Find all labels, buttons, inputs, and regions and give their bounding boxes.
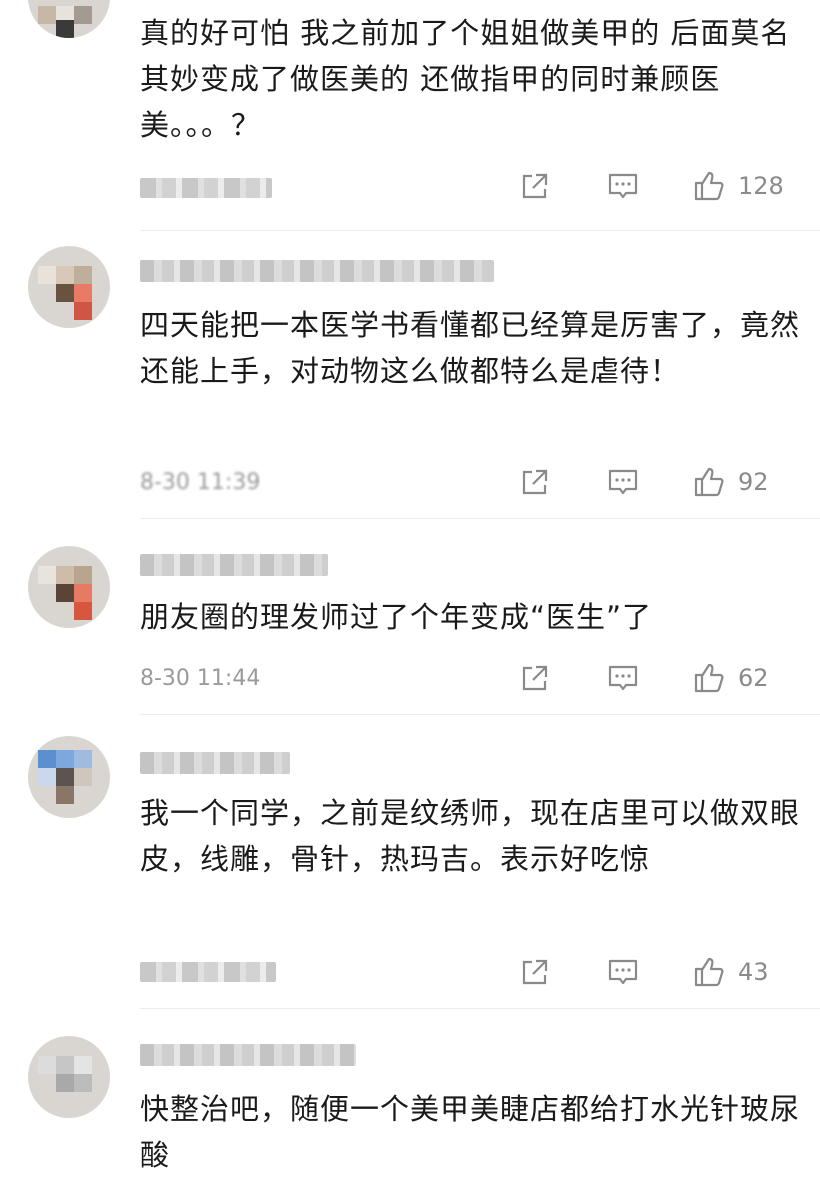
divider <box>140 230 820 231</box>
thumbs-up-icon <box>694 957 724 987</box>
like-button[interactable]: 43 <box>692 955 796 989</box>
avatar[interactable] <box>28 546 110 628</box>
like-count: 62 <box>738 664 769 692</box>
thumbs-up-icon <box>694 171 724 201</box>
comment-item: 四天能把一本医学书看懂都已经算是厉害了，竟然还能上手，对动物这么做都特么是虐待！… <box>0 232 820 520</box>
comment-text: 快整治吧，随便一个美甲美睫店都给打水光针玻尿酸 <box>140 1092 801 1172</box>
comment-text: 四天能把一本医学书看懂都已经算是厉害了，竟然还能上手，对动物这么做都特么是虐待！ <box>140 308 801 388</box>
comment-actions: 62 <box>518 658 796 698</box>
username-redacted <box>140 554 328 576</box>
comment-icon[interactable] <box>606 661 640 695</box>
avatar[interactable] <box>28 0 110 38</box>
avatar[interactable] <box>28 246 110 328</box>
comment-icon[interactable] <box>606 465 640 499</box>
thumbs-up-icon <box>694 663 724 693</box>
like-button[interactable]: 92 <box>692 465 796 499</box>
share-icon[interactable] <box>518 661 552 695</box>
username-redacted <box>140 1044 356 1066</box>
divider <box>140 714 820 715</box>
avatar[interactable] <box>28 736 110 818</box>
comment-actions: 43 <box>518 952 796 992</box>
comment-time: 8-30 11:39 <box>140 470 261 495</box>
divider <box>140 518 820 519</box>
comment-item: 快整治吧，随便一个美甲美睫店都给打水光针玻尿酸 <box>0 1010 820 1200</box>
like-button[interactable]: 62 <box>692 661 796 695</box>
comment-actions: 128 <box>518 166 796 206</box>
thumbs-up-icon <box>694 467 724 497</box>
share-icon[interactable] <box>518 465 552 499</box>
comment-actions: 92 <box>518 462 796 502</box>
comment-text: 我一个同学，之前是纹绣师，现在店里可以做双眼皮，线雕，骨针，热玛吉。表示好吃惊 <box>140 796 801 876</box>
like-button[interactable]: 128 <box>692 169 796 203</box>
like-count: 92 <box>738 468 769 496</box>
comment-text: 真的好可怕 我之前加了个姐姐做美甲的 后面莫名其妙变成了做医美的 还做指甲的同时… <box>140 16 791 142</box>
like-count: 43 <box>738 958 769 986</box>
comment-item: 真的好可怕 我之前加了个姐姐做美甲的 后面莫名其妙变成了做医美的 还做指甲的同时… <box>0 0 820 232</box>
comment-icon[interactable] <box>606 955 640 989</box>
divider <box>140 1008 820 1009</box>
share-icon[interactable] <box>518 955 552 989</box>
like-count: 128 <box>738 172 784 200</box>
comment-item: 我一个同学，之前是纹绣师，现在店里可以做双眼皮，线雕，骨针，热玛吉。表示好吃惊 … <box>0 716 820 1010</box>
username-redacted <box>140 752 290 774</box>
comment-meta-redacted <box>140 962 276 982</box>
avatar[interactable] <box>28 1036 110 1118</box>
comment-text: 朋友圈的理发师过了个年变成“医生”了 <box>140 600 653 634</box>
share-icon[interactable] <box>518 169 552 203</box>
comment-item: 朋友圈的理发师过了个年变成“医生”了 8-30 11:44 62 <box>0 520 820 716</box>
comment-icon[interactable] <box>606 169 640 203</box>
username-redacted <box>140 260 494 282</box>
comment-time: 8-30 11:44 <box>140 666 261 691</box>
comment-meta-redacted <box>140 178 272 198</box>
